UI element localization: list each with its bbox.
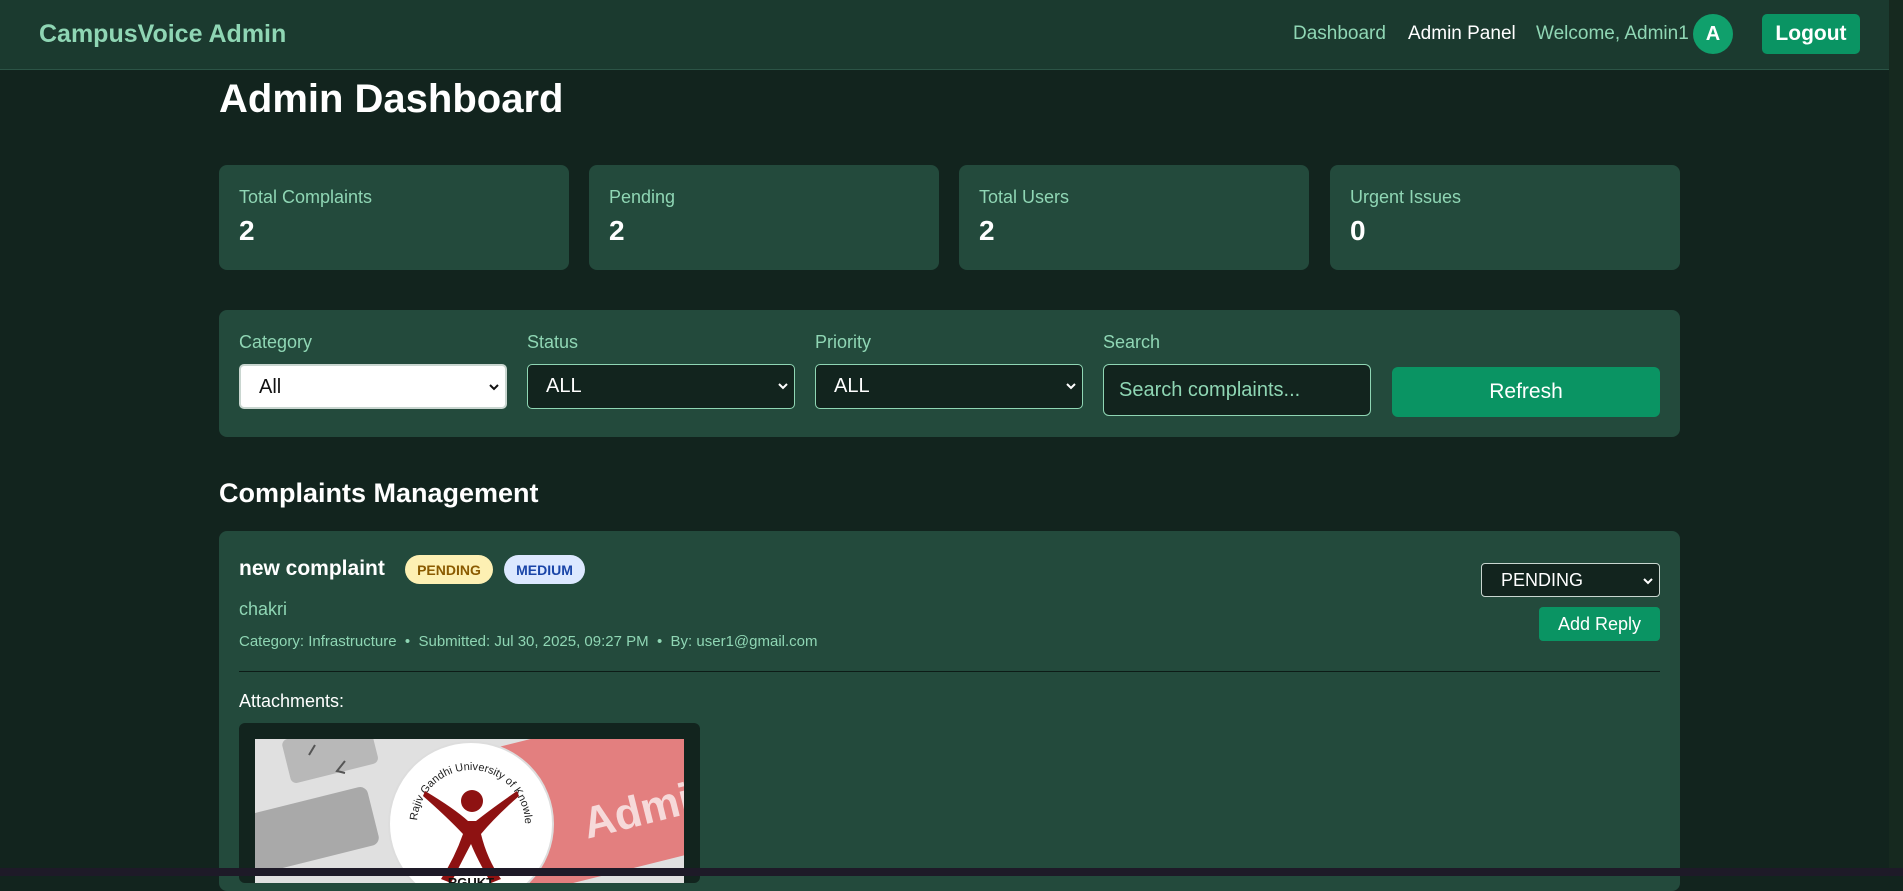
stat-label: Total Complaints bbox=[239, 187, 373, 207]
search-input[interactable] bbox=[1104, 365, 1370, 415]
taskbar-edge bbox=[0, 868, 1903, 876]
stat-card-total-complaints: Total Complaints 2 bbox=[219, 165, 569, 270]
complaint-status-select[interactable]: PENDING bbox=[1481, 563, 1660, 597]
attachment-thumbnail[interactable]: Admission Rajiv Gandhi University of Kno… bbox=[239, 723, 700, 883]
logout-button[interactable]: Logout bbox=[1762, 14, 1860, 54]
add-reply-button[interactable]: Add Reply bbox=[1539, 607, 1660, 641]
chevron-down-icon bbox=[778, 383, 788, 390]
filter-panel: Category All Status ALL Priority ALL Sea… bbox=[219, 310, 1680, 437]
status-filter-label: Status bbox=[527, 332, 579, 352]
search-label: Search bbox=[1103, 332, 1161, 352]
chevron-down-icon bbox=[1066, 383, 1076, 390]
complaint-meta: Category: Infrastructure • Submitted: Ju… bbox=[239, 633, 818, 650]
stat-label: Pending bbox=[609, 187, 676, 207]
stat-value: 2 bbox=[239, 215, 255, 246]
brand-logo[interactable]: CampusVoice Admin bbox=[39, 20, 286, 49]
status-filter-select[interactable]: ALL bbox=[527, 364, 795, 409]
section-title: Complaints Management bbox=[219, 478, 539, 508]
complaint-title: new complaint bbox=[239, 557, 385, 580]
stat-label: Urgent Issues bbox=[1350, 187, 1462, 207]
category-select[interactable]: All bbox=[239, 364, 507, 409]
divider bbox=[239, 671, 1660, 672]
chevron-down-icon bbox=[1643, 578, 1653, 585]
priority-badge: MEDIUM bbox=[504, 555, 585, 584]
logo-short-text: RGUKT bbox=[448, 875, 494, 883]
welcome-text: Welcome, Admin1 bbox=[1536, 23, 1689, 44]
top-navbar: CampusVoice Admin Dashboard Admin Panel … bbox=[0, 0, 1903, 70]
priority-filter-select[interactable]: ALL bbox=[815, 364, 1083, 409]
stat-label: Total Users bbox=[979, 187, 1070, 207]
complaint-card: new complaint PENDING MEDIUM chakri Cate… bbox=[219, 531, 1680, 891]
stat-value: 2 bbox=[609, 215, 625, 246]
stat-value: 0 bbox=[1350, 215, 1366, 246]
category-filter-label: Category bbox=[239, 332, 313, 352]
chevron-down-icon bbox=[489, 384, 499, 391]
page-title: Admin Dashboard bbox=[219, 77, 564, 121]
stat-card-total-users: Total Users 2 bbox=[959, 165, 1309, 270]
avatar[interactable]: A bbox=[1693, 14, 1733, 54]
status-badge: PENDING bbox=[405, 555, 493, 584]
scrollbar[interactable] bbox=[1889, 0, 1903, 868]
complaint-author: chakri bbox=[239, 599, 288, 619]
complaint-status-value: PENDING bbox=[1501, 570, 1584, 590]
category-select-value: All bbox=[259, 376, 282, 398]
stat-card-urgent-issues: Urgent Issues 0 bbox=[1330, 165, 1680, 270]
stat-value: 2 bbox=[979, 215, 995, 246]
refresh-button[interactable]: Refresh bbox=[1392, 367, 1660, 417]
nav-dashboard[interactable]: Dashboard bbox=[1293, 23, 1386, 45]
search-field[interactable] bbox=[1103, 364, 1371, 416]
attachment-image[interactable]: Admission Rajiv Gandhi University of Kno… bbox=[255, 739, 684, 883]
priority-filter-value: ALL bbox=[834, 375, 870, 397]
nav-admin-panel[interactable]: Admin Panel bbox=[1408, 23, 1516, 45]
attachments-label: Attachments: bbox=[239, 691, 345, 711]
status-filter-value: ALL bbox=[546, 375, 582, 397]
priority-filter-label: Priority bbox=[815, 332, 872, 352]
stat-card-pending: Pending 2 bbox=[589, 165, 939, 270]
